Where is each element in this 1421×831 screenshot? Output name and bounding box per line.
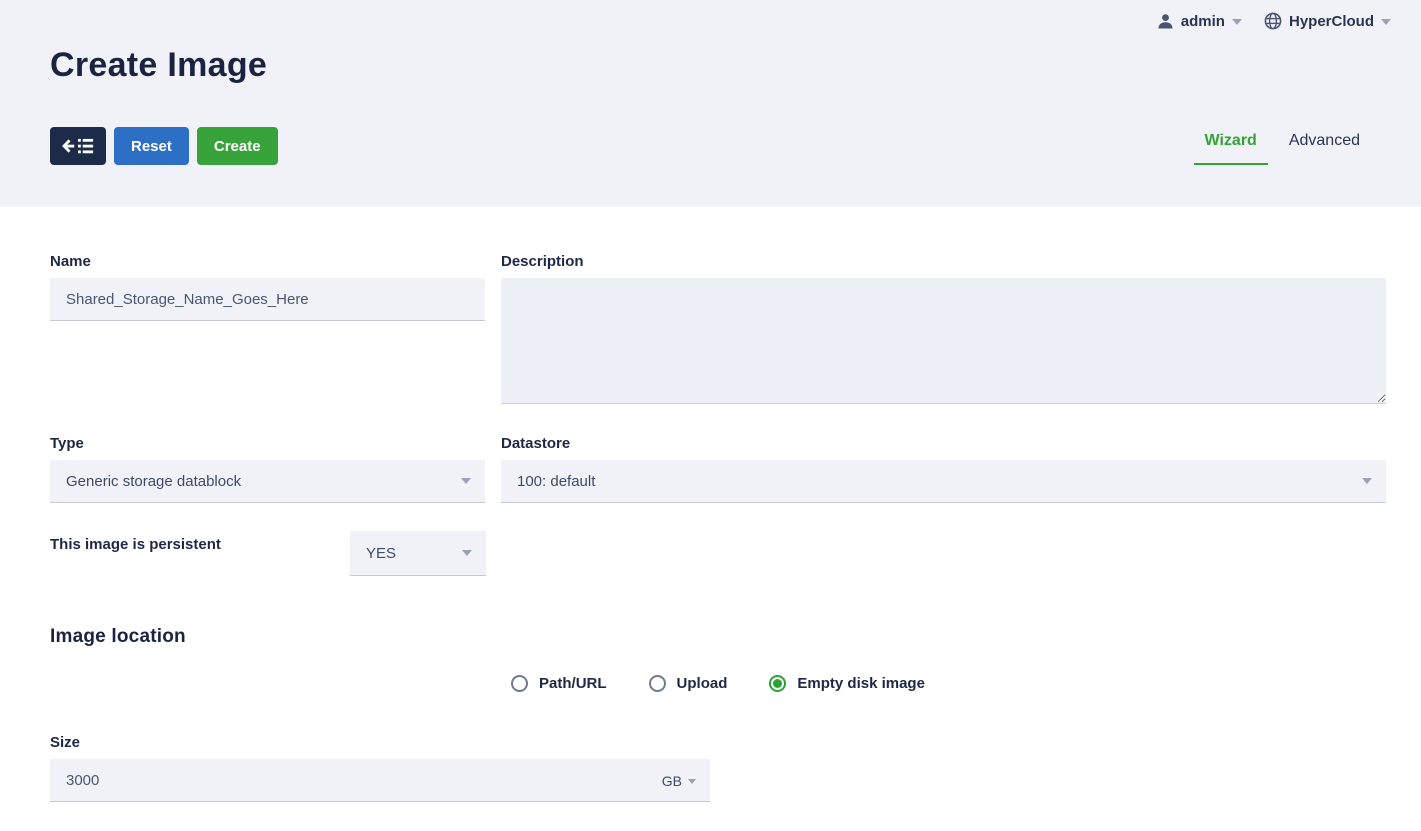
radio-upload-label: Upload — [676, 675, 728, 692]
description-textarea[interactable] — [501, 278, 1386, 404]
tab-wizard[interactable]: Wizard — [1193, 132, 1268, 165]
zone-menu[interactable]: HyperCloud — [1264, 12, 1391, 30]
globe-icon — [1264, 12, 1282, 30]
datastore-select[interactable]: 100: default — [501, 460, 1386, 503]
create-image-form: Name Description Type Generic storage da… — [0, 207, 1421, 802]
action-buttons: Reset Create — [50, 127, 278, 165]
persistent-row: This image is persistent YES — [50, 531, 1386, 576]
size-input-wrap: GB — [50, 759, 710, 802]
description-label: Description — [501, 253, 584, 270]
type-field-group: Type Generic storage datablock — [50, 435, 485, 503]
view-tabs: Wizard Advanced — [1193, 132, 1371, 165]
name-input[interactable] — [50, 278, 485, 321]
size-unit-select[interactable]: GB — [662, 759, 696, 802]
type-select-value: Generic storage datablock — [66, 472, 242, 490]
user-menu[interactable]: admin — [1157, 13, 1242, 30]
top-navigation: admin HyperCloud — [1157, 12, 1391, 30]
back-to-list-icon — [62, 138, 94, 154]
size-unit-value: GB — [661, 772, 682, 789]
radio-empty-disk-image-label: Empty disk image — [797, 675, 925, 692]
create-image-page: admin HyperCloud Create Image Reset Crea… — [0, 0, 1421, 831]
chevron-down-icon — [461, 478, 471, 484]
datastore-label: Datastore — [501, 435, 571, 452]
size-label: Size — [50, 734, 81, 751]
back-to-list-button[interactable] — [50, 127, 106, 165]
radio-path-url-label: Path/URL — [539, 675, 607, 692]
tab-advanced[interactable]: Advanced — [1278, 132, 1371, 165]
chevron-down-icon — [688, 779, 696, 784]
radio-icon — [769, 675, 787, 692]
radio-empty-disk-image[interactable]: Empty disk image — [769, 675, 925, 692]
name-label: Name — [50, 253, 91, 270]
datastore-select-value: 100: default — [517, 472, 596, 490]
size-field-group: Size GB — [50, 734, 710, 802]
size-input[interactable] — [50, 759, 710, 802]
type-label: Type — [50, 435, 84, 452]
image-location-heading: Image location — [50, 626, 186, 647]
chevron-down-icon — [1231, 19, 1242, 25]
type-datastore-row: Type Generic storage datablock Datastore… — [50, 435, 1386, 503]
radio-icon — [648, 675, 666, 692]
user-menu-label: admin — [1180, 12, 1225, 30]
description-field-group: Description — [501, 253, 1386, 409]
name-description-row: Name Description — [50, 253, 1386, 409]
persistent-select[interactable]: YES — [350, 531, 486, 576]
radio-icon — [511, 675, 529, 692]
type-select[interactable]: Generic storage datablock — [50, 460, 485, 503]
user-icon — [1158, 13, 1173, 28]
page-header: admin HyperCloud Create Image Reset Crea… — [0, 0, 1421, 207]
datastore-field-group: Datastore 100: default — [501, 435, 1386, 503]
image-location-options: Path/URL Upload Empty disk image — [50, 675, 1386, 692]
create-button[interactable]: Create — [196, 127, 278, 165]
chevron-down-icon — [1381, 19, 1391, 25]
toolbar: Reset Create Wizard Advanced — [50, 127, 1391, 165]
chevron-down-icon — [462, 550, 472, 556]
radio-upload[interactable]: Upload — [648, 675, 728, 692]
radio-path-url[interactable]: Path/URL — [511, 675, 607, 692]
zone-menu-label: HyperCloud — [1288, 12, 1374, 30]
chevron-down-icon — [1362, 478, 1372, 484]
reset-button[interactable]: Reset — [114, 127, 189, 165]
persistent-label: This image is persistent — [50, 536, 221, 553]
persistent-select-value: YES — [366, 544, 397, 562]
name-field-group: Name — [50, 253, 485, 409]
